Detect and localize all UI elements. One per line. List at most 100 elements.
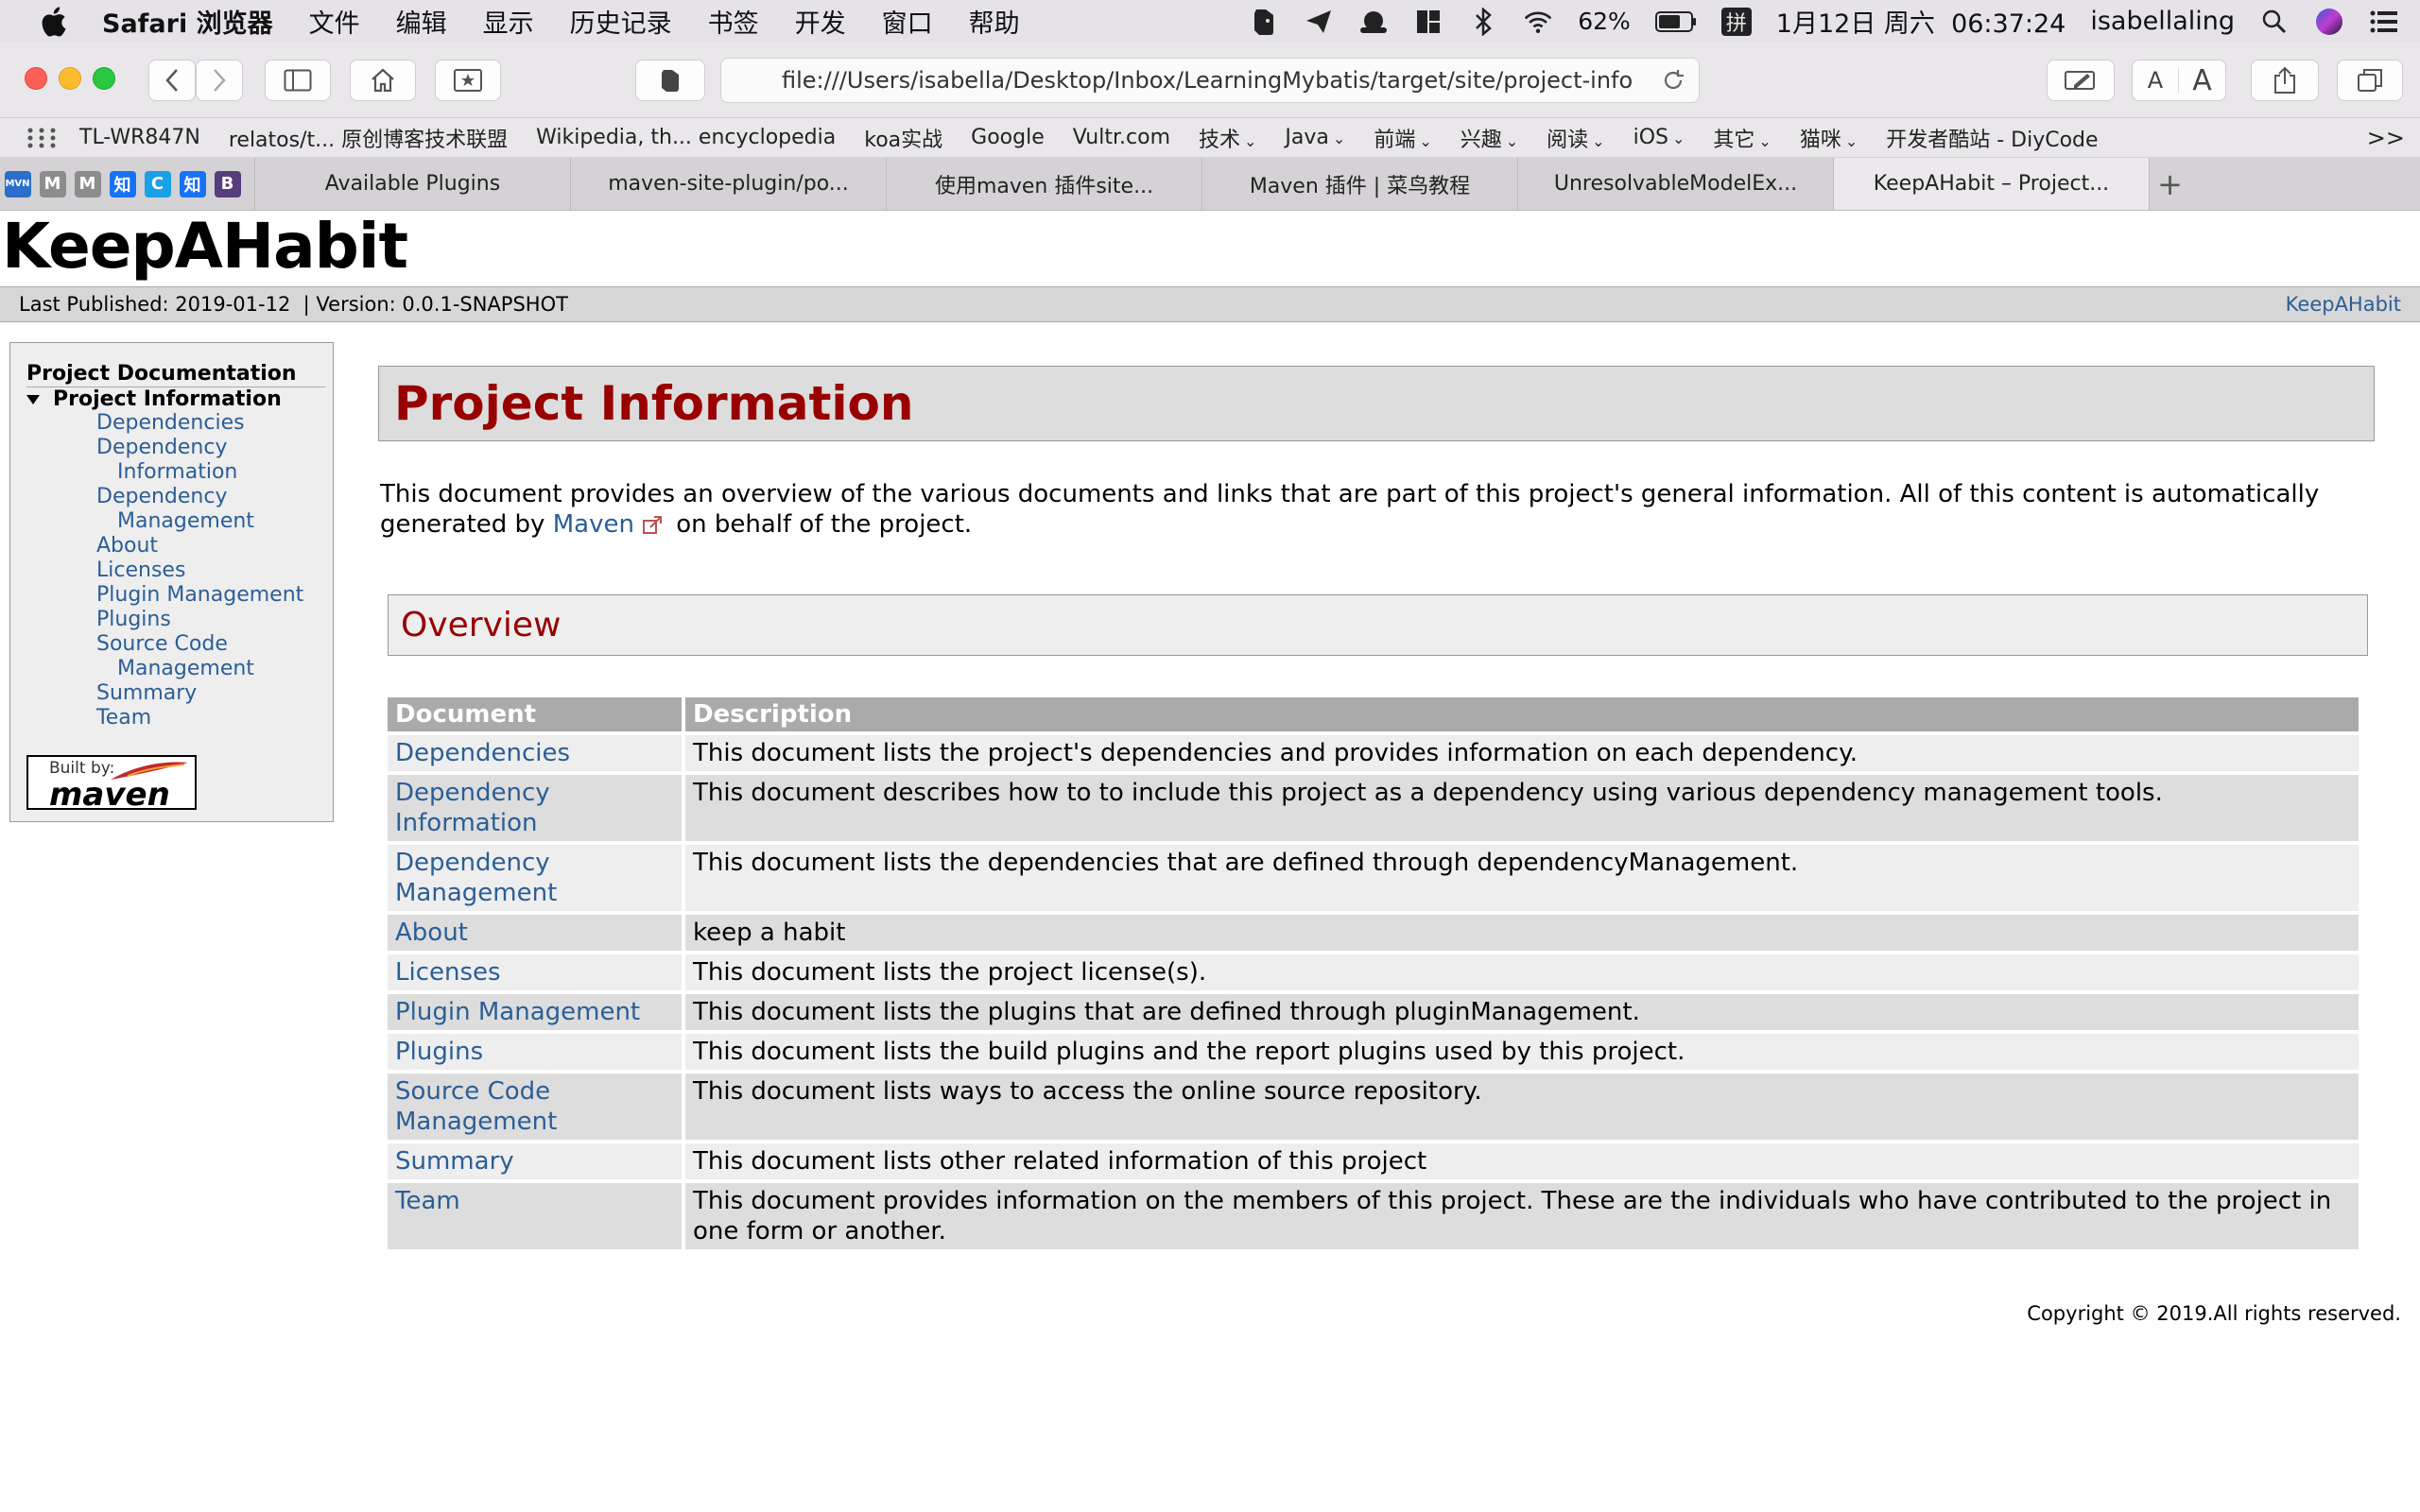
paper-plane-icon[interactable]: [1304, 7, 1334, 37]
text-size-controls[interactable]: A A: [2132, 60, 2226, 101]
clock[interactable]: 1月12日 周六 06:37:24: [1776, 3, 2066, 40]
pinned-tab[interactable]: 知: [175, 158, 210, 210]
document-link[interactable]: Dependency Management: [388, 845, 685, 911]
annotate-button[interactable]: [2047, 60, 2115, 101]
menu-file[interactable]: 文件: [309, 3, 360, 40]
document-link[interactable]: Plugins: [388, 1034, 685, 1070]
document-link[interactable]: Plugin Management: [388, 994, 685, 1030]
input-method-indicator[interactable]: 拼: [1720, 7, 1752, 36]
bookmark-folder[interactable]: Java ⌄: [1285, 126, 1345, 149]
menu-history[interactable]: 历史记录: [570, 3, 672, 40]
site-title[interactable]: KeepAHabit: [2, 210, 408, 283]
minimize-window-button[interactable]: [59, 67, 81, 90]
menu-window[interactable]: 窗口: [882, 3, 933, 40]
built-by-maven-badge[interactable]: Built by: maven: [26, 755, 197, 814]
document-link[interactable]: Dependencies: [388, 735, 685, 771]
pinned-tab[interactable]: MVN: [0, 158, 35, 210]
tab-bar: MVN M M 知 C 知 B Available Plugins maven-…: [0, 158, 2420, 211]
battery-icon[interactable]: [1654, 7, 1697, 37]
pinned-tab[interactable]: 知: [105, 158, 140, 210]
show-all-tabs-button[interactable]: [2337, 60, 2403, 101]
user-name[interactable]: isabellaling: [2090, 7, 2235, 36]
nav-link-source-code-management[interactable]: Source Code Management: [96, 632, 342, 681]
tab[interactable]: Available Plugins: [254, 158, 570, 210]
pinned-tab[interactable]: C: [140, 158, 175, 210]
evernote-extension-button[interactable]: [635, 60, 705, 101]
nav-current-section[interactable]: Project Information: [26, 387, 333, 411]
address-bar[interactable]: file:///Users/isabella/Desktop/Inbox/Lea…: [720, 58, 1700, 103]
document-link[interactable]: Source Code Management: [388, 1074, 685, 1140]
close-window-button[interactable]: [25, 67, 47, 90]
nav-link-dependency-management[interactable]: Dependency Management: [96, 485, 342, 534]
evernote-icon[interactable]: [1249, 7, 1279, 37]
nav-link-plugin-management[interactable]: Plugin Management: [96, 583, 342, 608]
battery-percent[interactable]: 62%: [1578, 8, 1631, 35]
nav-link-summary[interactable]: Summary: [96, 681, 342, 706]
bookmark-folder[interactable]: 其它 ⌄: [1713, 123, 1771, 153]
pinned-tab[interactable]: B: [210, 158, 245, 210]
bookmark-item[interactable]: TL-WR847N: [79, 126, 200, 149]
bookmark-folder[interactable]: 兴趣 ⌄: [1461, 123, 1518, 153]
bookmark-item[interactable]: relatos/t... 原创博客技术联盟: [229, 123, 508, 153]
siri-icon[interactable]: [2314, 7, 2344, 37]
layout-grid-icon[interactable]: [1413, 7, 1443, 37]
menu-view[interactable]: 显示: [483, 3, 534, 40]
maven-link[interactable]: Maven: [553, 510, 634, 539]
document-link[interactable]: About: [388, 915, 685, 951]
tab[interactable]: 使用maven 插件site...: [886, 158, 1201, 210]
new-tab-button[interactable]: +: [2149, 158, 2190, 210]
nav-link-dependency-information[interactable]: Dependency Information: [96, 436, 342, 485]
bookmark-folder[interactable]: 前端 ⌄: [1374, 123, 1431, 153]
bookmark-folder[interactable]: 技术 ⌄: [1199, 123, 1256, 153]
spotlight-search-icon[interactable]: [2259, 7, 2290, 37]
bookmark-folder[interactable]: iOS ⌄: [1634, 126, 1685, 149]
document-link[interactable]: Dependency Information: [388, 775, 685, 841]
tab-active[interactable]: KeepAHabit – Project...: [1833, 158, 2149, 210]
tab[interactable]: maven-site-plugin/po...: [570, 158, 886, 210]
nav-link-licenses[interactable]: Licenses: [96, 558, 342, 583]
bookmark-folder[interactable]: 阅读 ⌄: [1547, 123, 1604, 153]
decrease-text-size-button[interactable]: A: [2133, 67, 2180, 94]
document-link[interactable]: Team: [388, 1183, 685, 1249]
tab[interactable]: Maven 插件 | 菜鸟教程: [1201, 158, 1517, 210]
project-home-link[interactable]: KeepAHabit: [2286, 293, 2401, 316]
tab[interactable]: UnresolvableModelEx...: [1517, 158, 1833, 210]
nav-link-dependencies[interactable]: Dependencies: [96, 411, 342, 436]
bookmark-folder[interactable]: 猫咪 ⌄: [1800, 123, 1858, 153]
zoom-window-button[interactable]: [93, 67, 115, 90]
share-button[interactable]: [2251, 60, 2319, 101]
nav-link-about[interactable]: About: [96, 534, 342, 558]
bookmark-item[interactable]: Google: [971, 126, 1045, 149]
notification-center-icon[interactable]: [2369, 7, 2399, 37]
document-link[interactable]: Licenses: [388, 954, 685, 990]
menu-edit[interactable]: 编辑: [396, 3, 447, 40]
document-description: This document lists ways to access the o…: [685, 1074, 2359, 1140]
pinned-tab[interactable]: M: [70, 158, 105, 210]
bookmarks-grid-icon[interactable]: [26, 127, 57, 149]
bookmark-item[interactable]: Wikipedia, th... encyclopedia: [536, 126, 836, 149]
document-link[interactable]: Summary: [388, 1143, 685, 1179]
menu-bookmarks[interactable]: 书签: [708, 3, 759, 40]
pinned-tab[interactable]: M: [35, 158, 70, 210]
bluetooth-icon[interactable]: [1468, 7, 1498, 37]
nav-link-team[interactable]: Team: [96, 706, 342, 730]
menu-help[interactable]: 帮助: [969, 3, 1020, 40]
bookmark-item[interactable]: 开发者酷站 - DiyCode: [1886, 123, 2098, 153]
sidebar-toggle-button[interactable]: [265, 60, 331, 101]
wifi-icon[interactable]: [1523, 7, 1553, 37]
nav-link-plugins[interactable]: Plugins: [96, 608, 342, 632]
forward-button[interactable]: [196, 60, 243, 101]
top-sites-button[interactable]: [435, 60, 501, 101]
increase-text-size-button[interactable]: A: [2179, 64, 2225, 97]
back-button[interactable]: [148, 60, 196, 101]
menu-develop[interactable]: 开发: [795, 3, 846, 40]
address-url[interactable]: file:///Users/isabella/Desktop/Inbox/Lea…: [782, 67, 1633, 94]
bookmark-item[interactable]: koa实战: [864, 123, 942, 153]
bookmarks-overflow-button[interactable]: >>: [2367, 125, 2405, 151]
bookmark-item[interactable]: Vultr.com: [1073, 126, 1170, 149]
hat-icon[interactable]: [1358, 7, 1389, 37]
app-menu[interactable]: Safari 浏览器: [102, 3, 273, 40]
home-button[interactable]: [350, 60, 416, 101]
apple-logo-icon[interactable]: [36, 3, 74, 41]
reload-icon[interactable]: [1661, 68, 1685, 93]
